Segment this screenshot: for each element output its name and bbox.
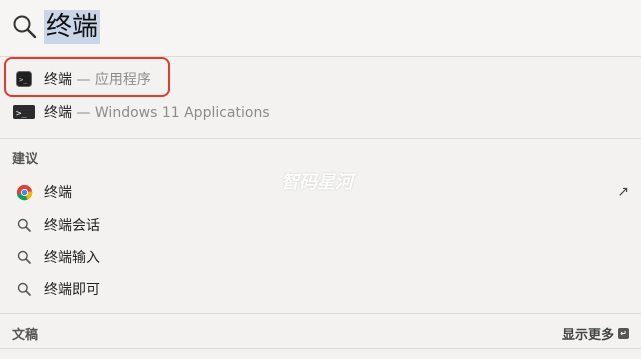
search-icon: [15, 280, 33, 298]
windows-terminal-icon: >_: [13, 103, 35, 121]
divider: [0, 313, 641, 314]
svg-text:>_: >_: [19, 76, 28, 84]
suggestion-label: 终端输入: [44, 250, 100, 266]
suggestion-label: 终端即可: [44, 282, 100, 298]
suggestion-label: 终端会话: [44, 218, 100, 234]
chrome-icon: [15, 183, 33, 201]
search-bar[interactable]: 终端: [0, 0, 641, 56]
result-kind: — Windows 11 Applications: [72, 105, 270, 121]
suggestion-label: 终端: [44, 185, 72, 201]
section-header-documents: 文稿: [12, 328, 39, 343]
suggestion-item[interactable]: 终端输入: [0, 242, 641, 272]
divider: [0, 348, 641, 349]
result-terminal-app[interactable]: >_ 终端 — 应用程序: [0, 64, 641, 94]
show-more-label: 显示更多: [561, 328, 614, 343]
suggestion-item[interactable]: 终端会话: [0, 210, 641, 240]
result-kind: — 应用程序: [72, 72, 151, 88]
search-icon: [13, 15, 37, 39]
section-header-suggestions: 建议: [12, 152, 39, 167]
watermark: 智码星河: [281, 172, 353, 193]
search-icon: [15, 216, 33, 234]
shortcut-key-icon: ↵: [618, 328, 629, 339]
terminal-icon: >_: [15, 70, 33, 88]
search-input[interactable]: 终端: [44, 10, 101, 44]
result-name: 终端: [44, 105, 72, 121]
open-arrow-icon: ↗: [617, 184, 629, 200]
svg-text:>_: >_: [16, 109, 27, 119]
search-icon: [15, 248, 33, 266]
suggestion-item[interactable]: 终端即可: [0, 274, 641, 304]
result-name: 终端: [44, 72, 72, 88]
divider: [0, 138, 641, 139]
show-more-button[interactable]: 显示更多 ↵: [562, 324, 629, 343]
result-windows-terminal[interactable]: >_ 终端 — Windows 11 Applications: [0, 97, 641, 127]
